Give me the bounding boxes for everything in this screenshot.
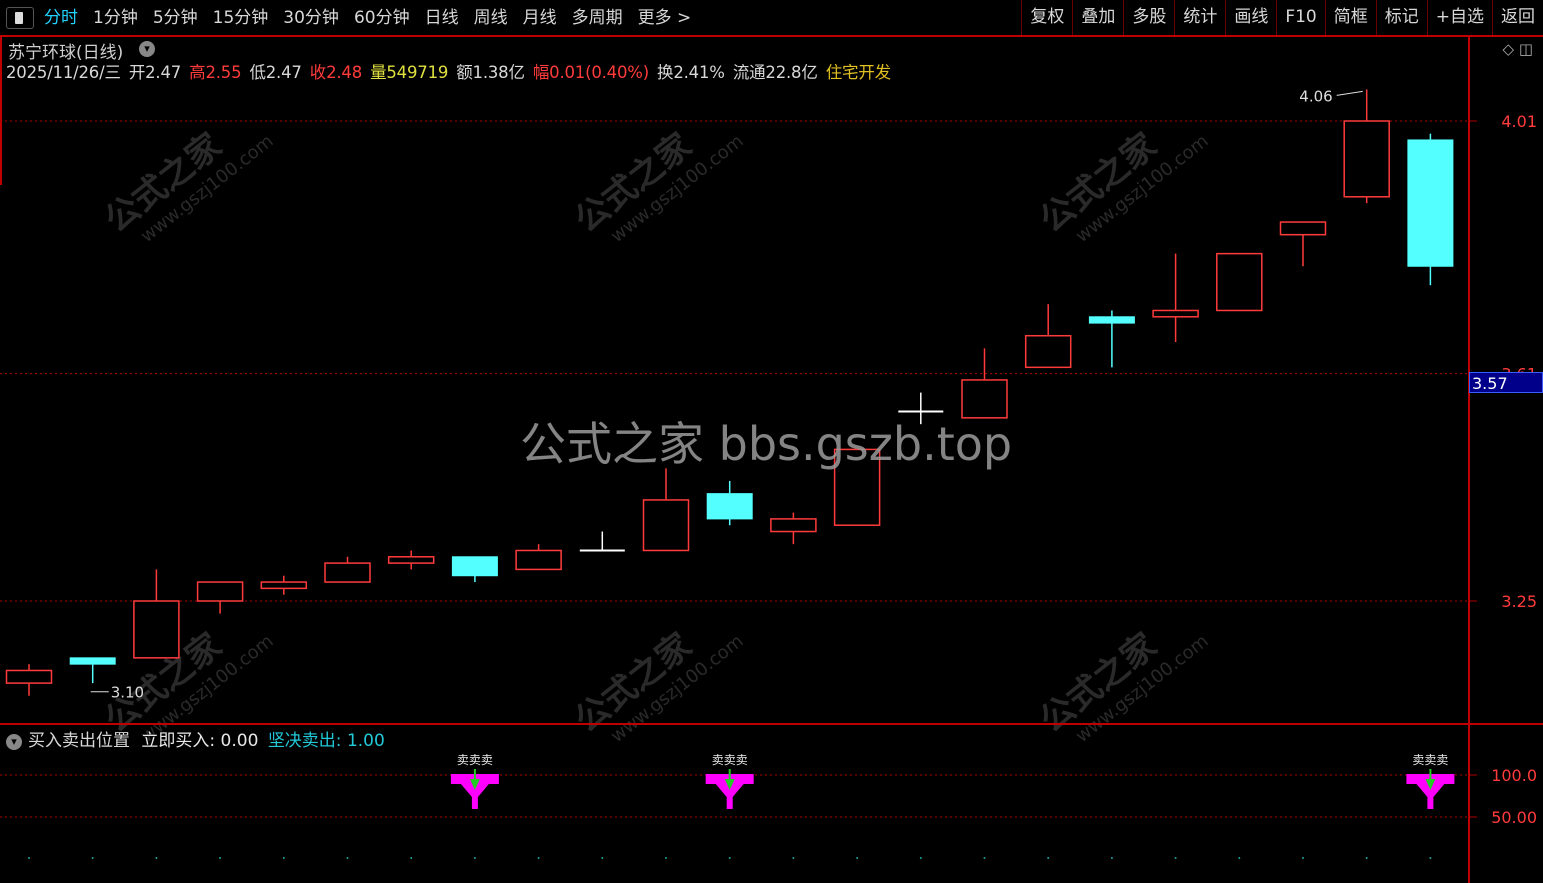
- indicator-tick-label: 100.0: [1491, 766, 1537, 785]
- candle: [69, 657, 116, 684]
- candle-body: [387, 556, 435, 564]
- sell-signal-stem: [726, 795, 733, 809]
- candle: [1216, 252, 1263, 312]
- candle-body: [5, 669, 53, 684]
- indicator-baseline-dot: [282, 857, 285, 859]
- candle-body: [69, 657, 116, 665]
- indicator-baseline-dot: [91, 857, 94, 859]
- sell-signal: 卖卖卖: [705, 753, 754, 809]
- candle-body: [706, 493, 753, 520]
- indicator-baseline-dot: [410, 857, 413, 859]
- candle-body: [1216, 252, 1263, 312]
- candle: [515, 544, 562, 571]
- indicator-baseline-dot: [473, 857, 476, 859]
- candle-body: [1152, 309, 1199, 318]
- candle-body: [1088, 316, 1135, 324]
- indicator-baseline-dot: [728, 857, 731, 859]
- candle: [1407, 133, 1454, 286]
- indicator-baseline-dot: [983, 857, 986, 859]
- low-label: 3.10: [111, 684, 144, 702]
- candle: [260, 575, 308, 595]
- candle: [1279, 221, 1327, 267]
- candle-body: [1407, 139, 1454, 267]
- sell-signal: 卖卖卖: [1406, 753, 1455, 809]
- candle-body: [1279, 221, 1327, 236]
- sell-signal-text: 卖卖卖: [457, 753, 493, 767]
- indicator-baseline-dot: [665, 857, 667, 859]
- indicator-baseline-dot: [346, 857, 349, 859]
- sell-signal-text: 卖卖卖: [1412, 753, 1448, 767]
- candle: [1343, 89, 1390, 204]
- sell-value: 1.00: [346, 731, 385, 751]
- indicator-baseline-dot: [792, 857, 795, 859]
- center-watermark: 公式之家 bbs.gszb.top: [520, 417, 1013, 471]
- sell-signal-stem: [471, 795, 478, 809]
- candle: [579, 531, 625, 552]
- indicator-baseline-dot: [1429, 857, 1432, 859]
- indicator-baseline-dot: [537, 857, 540, 859]
- high-label: 4.06: [1299, 87, 1332, 105]
- indicator-baseline-dot: [601, 857, 604, 859]
- price-tick-label: 3.25: [1501, 592, 1537, 611]
- indicator-baseline-dot: [28, 857, 30, 859]
- candle: [387, 550, 435, 570]
- indicator-baseline-dot: [1365, 857, 1368, 859]
- sell-signal-text: 卖卖卖: [712, 753, 748, 767]
- buy-value: 0.00: [220, 731, 259, 751]
- indicator-baseline-dot: [856, 857, 859, 859]
- candle-body: [451, 556, 498, 577]
- candle: [133, 569, 180, 659]
- sell-signal-stem: [1427, 795, 1434, 809]
- indicator-baseline-dot: [155, 857, 158, 859]
- price-tick-label: 4.01: [1501, 112, 1537, 131]
- candle: [324, 556, 371, 583]
- candle-body: [324, 562, 371, 583]
- candle: [5, 664, 53, 696]
- candle-body: [196, 581, 244, 602]
- candle: [706, 481, 753, 526]
- indicator-baseline-dot: [219, 857, 222, 859]
- candle-body: [642, 499, 690, 552]
- candle: [642, 468, 690, 552]
- indicator-baseline-dot: [1238, 857, 1241, 859]
- indicator-name[interactable]: 买入卖出位置: [28, 731, 130, 751]
- sell-label: 坚决卖出:: [267, 731, 342, 751]
- indicator-baseline-dot: [1047, 857, 1050, 859]
- chevron-down-icon[interactable]: ▾: [6, 734, 22, 750]
- candle: [1088, 310, 1135, 368]
- high-arrow: [1336, 90, 1363, 96]
- candle-body: [260, 581, 308, 590]
- candle: [1024, 304, 1072, 369]
- indicator-title: ▾ 买入卖出位置 立即买入: 0.00 坚决卖出: 1.00: [6, 726, 385, 751]
- indicator-baseline-dot: [1110, 857, 1113, 859]
- current-price-tag: 3.57: [1469, 372, 1543, 393]
- indicator-baseline-dot: [1174, 857, 1177, 859]
- candle-body: [1343, 120, 1390, 198]
- candle: [1152, 253, 1199, 343]
- candle: [770, 512, 817, 545]
- indicator-baseline-dot: [1302, 857, 1304, 859]
- candle-body: [515, 549, 562, 571]
- indicator-baseline-dot: [919, 857, 922, 859]
- candle-body: [1024, 334, 1072, 369]
- candle: [196, 581, 244, 614]
- indicator-tick-label: 50.00: [1491, 808, 1537, 827]
- candle-body: [133, 600, 180, 659]
- candle-body: [770, 518, 817, 533]
- buy-label: 立即买入:: [141, 731, 216, 751]
- candle: [451, 556, 498, 583]
- sell-signal: 卖卖卖: [450, 753, 499, 809]
